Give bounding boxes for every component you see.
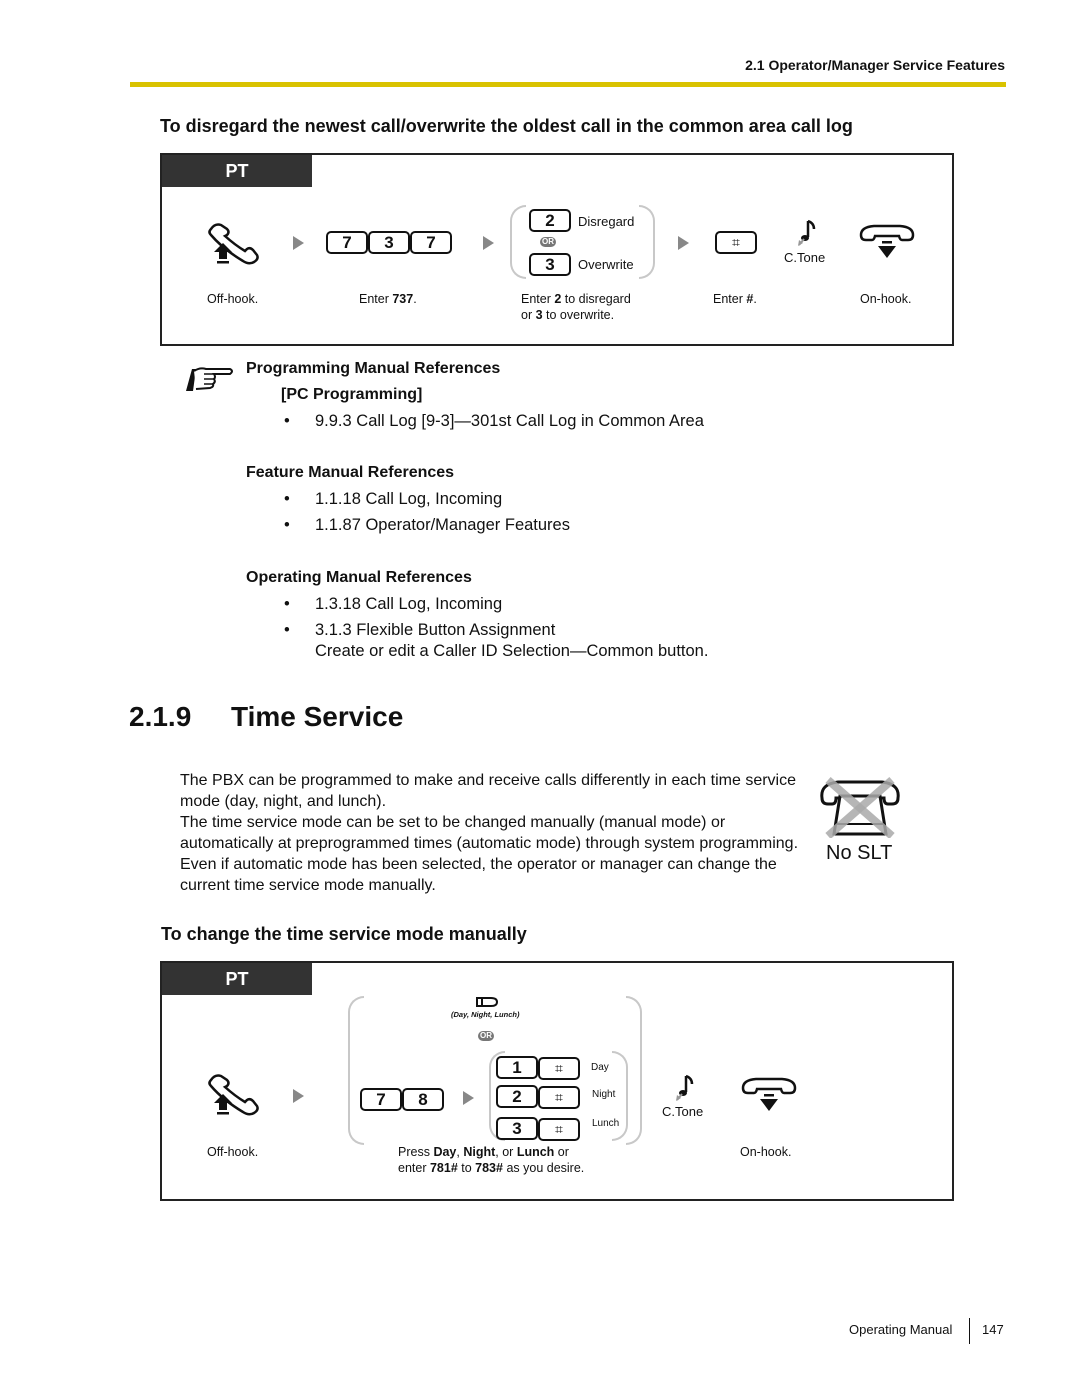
key-7: 7: [326, 231, 368, 254]
off-hook-icon: [208, 223, 259, 265]
keys-737: 737: [326, 231, 452, 254]
bracket-left: [348, 996, 364, 1145]
off-hook-caption: Off-hook.: [207, 1145, 259, 1159]
off-hook-icon: [208, 1074, 259, 1116]
step-arrow-icon: [293, 236, 304, 250]
bullet: •: [284, 595, 290, 613]
time-service-procedure-box: PT Off-hook. (Day, Night, Lunch) OR 78 1…: [160, 961, 954, 1201]
key-3: 3: [368, 231, 410, 254]
confirmation-tone-icon: [798, 219, 816, 246]
confirmation-tone-icon: [676, 1074, 694, 1101]
page-number: 147: [982, 1322, 1004, 1337]
on-hook-caption: On-hook.: [860, 292, 912, 306]
key-3: 3: [529, 253, 571, 276]
step-arrow-icon: [678, 236, 689, 250]
disregard-label: Disregard: [578, 214, 635, 229]
on-hook-icon: [859, 224, 915, 258]
step-arrow-icon: [463, 1091, 474, 1105]
day-label: Day: [591, 1062, 609, 1073]
press-caption: Press Day, Night, or Lunch or enter 781#…: [398, 1145, 585, 1175]
enter-hash-caption: Enter #.: [713, 292, 757, 306]
lunch-label: Lunch: [592, 1118, 620, 1129]
key-8: 8: [402, 1088, 444, 1111]
pc-programming-subtitle: [PC Programming]: [281, 386, 423, 403]
bullet: •: [284, 490, 290, 508]
ctone-label: C.Tone: [662, 1104, 704, 1119]
on-hook-caption: On-hook.: [740, 1145, 792, 1159]
bullet: •: [284, 621, 290, 639]
step-arrow-icon: [293, 1089, 304, 1103]
key-7: 7: [360, 1088, 402, 1111]
no-slt-icon: [820, 776, 900, 838]
overwrite-label: Overwrite: [578, 257, 634, 272]
keys-78: 78: [360, 1088, 444, 1111]
time-service-subheading: To change the time service mode manually: [161, 924, 527, 944]
bullet: •: [284, 412, 290, 430]
key-2: 2: [529, 209, 571, 232]
section-title: Time Service: [231, 701, 404, 732]
header-rule: [130, 82, 1006, 87]
off-hook-caption: Off-hook.: [207, 292, 259, 306]
time-service-button-icon: [476, 997, 499, 1007]
reference-link[interactable]: • 1.1.87 Operator/Manager Features: [284, 516, 570, 535]
operating-references-title: Operating Manual References: [246, 569, 472, 586]
reference-link[interactable]: • 9.9.3 Call Log [9-3]—301st Call Log in …: [284, 412, 704, 431]
or-badge: OR: [540, 237, 556, 247]
bracket-right: [639, 205, 655, 279]
no-slt-label: No SLT: [826, 842, 893, 864]
night-label: Night: [592, 1089, 616, 1100]
footer-divider: [969, 1318, 970, 1344]
option-lunch: 3 ⌗: [496, 1117, 580, 1141]
bracket-left: [510, 205, 526, 279]
enter-737-caption: Enter 737.: [359, 292, 417, 306]
section-number: 2.1.9: [129, 701, 192, 732]
or-badge: OR: [478, 1031, 494, 1041]
bullet: •: [284, 516, 290, 534]
time-service-description: The PBX can be programmed to make and re…: [180, 772, 799, 894]
option-day: 1 ⌗: [496, 1056, 580, 1080]
reference-link[interactable]: • 1.1.18 Call Log, Incoming: [284, 490, 502, 509]
call-log-procedure-box: PT Off-hook. 737 Enter 737. 2 Disregard …: [160, 153, 954, 346]
programming-references-title: Programming Manual References: [246, 360, 501, 377]
option-night: 2 ⌗: [496, 1085, 580, 1109]
bracket-right: [626, 996, 642, 1145]
step-arrow-icon: [483, 236, 494, 250]
footer-manual-name: Operating Manual: [849, 1322, 953, 1337]
button-caption: (Day, Night, Lunch): [451, 1010, 520, 1019]
on-hook-icon: [741, 1077, 797, 1111]
hash-key: ⌗: [715, 231, 757, 254]
feature-references-title: Feature Manual References: [246, 464, 455, 481]
reference-link[interactable]: • 1.3.18 Call Log, Incoming: [284, 595, 502, 614]
call-log-heading: To disregard the newest call/overwrite t…: [160, 116, 853, 136]
reference-note: Create or edit a Caller ID Selection—Com…: [315, 642, 709, 660]
pt-tab: PT: [162, 155, 312, 187]
reference-link[interactable]: • 3.1.3 Flexible Button Assignment: [284, 621, 555, 640]
choice-caption: Enter 2 to disregard or 3 to overwrite.: [521, 292, 631, 322]
pt-tab: PT: [162, 963, 312, 995]
running-header: 2.1 Operator/Manager Service Features: [745, 57, 1005, 73]
ctone-label: C.Tone: [784, 250, 826, 265]
pointing-hand-icon: [186, 367, 233, 391]
key-7: 7: [410, 231, 452, 254]
